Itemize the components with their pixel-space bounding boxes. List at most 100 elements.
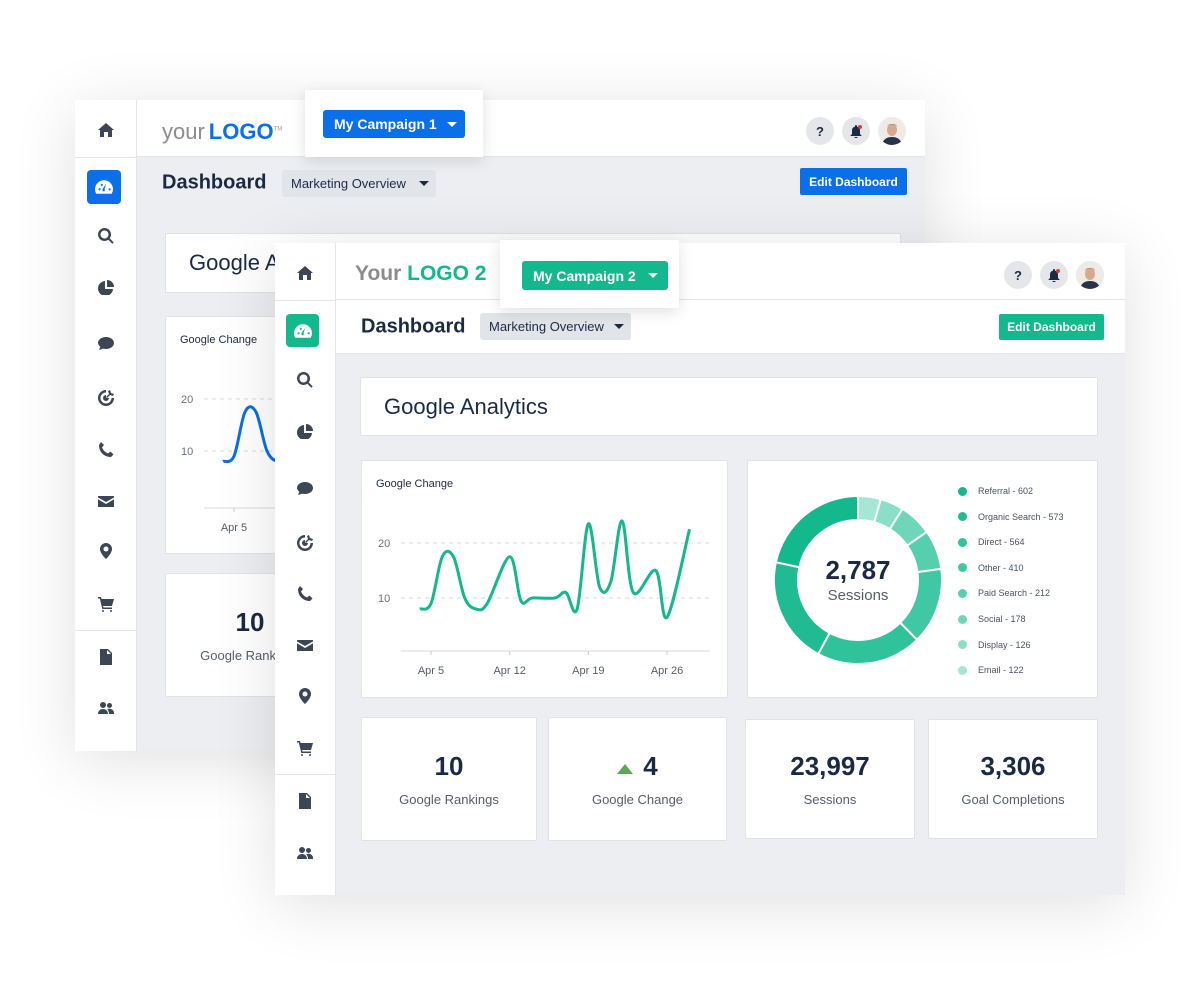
sidebar: [275, 243, 336, 895]
legend-dot: [958, 512, 967, 522]
sidebar-header-divider: [275, 300, 335, 301]
logo: Your LOGO 2: [355, 262, 487, 285]
caret-down-icon: [419, 181, 429, 186]
cart-icon: [97, 597, 114, 612]
kpi-card-google-change: 4 Google Change: [548, 717, 727, 841]
legend-label: Referral - 602: [978, 486, 1034, 496]
sidebar-item-mail[interactable]: [97, 492, 115, 510]
kpi-card-google-rankings: 10 Google Rankings: [361, 717, 537, 841]
caret-down-icon: [614, 324, 624, 329]
sidebar-item-pie-chart[interactable]: [296, 422, 314, 440]
pie-chart-icon: [97, 280, 114, 295]
bell-icon: [850, 124, 862, 138]
help-button[interactable]: ?: [1004, 261, 1032, 289]
user-photo-icon: [878, 117, 906, 145]
caret-down-icon: [648, 273, 658, 278]
campaign-selector-button[interactable]: My Campaign 1: [323, 110, 465, 138]
legend-label: Direct - 564: [978, 537, 1025, 548]
document-icon: [99, 649, 112, 665]
dashboard-select[interactable]: Marketing Overview: [480, 313, 631, 340]
sidebar-item-home[interactable]: [97, 121, 115, 139]
home-icon: [297, 266, 313, 280]
y-tick-label: 20: [378, 538, 390, 550]
sidebar-item-chat[interactable]: [97, 334, 115, 352]
x-tick-label: Apr 26: [651, 665, 683, 677]
legend-dot: [958, 588, 967, 598]
notifications-button[interactable]: [1040, 261, 1068, 289]
target-icon: [97, 390, 114, 406]
sidebar-item-document[interactable]: [97, 648, 115, 666]
donut-center-value: 2,787: [825, 555, 891, 585]
users-icon: [97, 702, 114, 714]
y-tick-label: 10: [378, 593, 390, 605]
chat-icon: [97, 337, 114, 350]
dashboard-select[interactable]: Marketing Overview: [282, 170, 436, 197]
x-tick-label: Apr 19: [572, 665, 604, 677]
google-change-chart: 10 20 Apr 5 Apr 12 Apr 19 Apr 26: [378, 519, 710, 677]
y-tick-label: 10: [181, 446, 193, 458]
sidebar-item-pie-chart[interactable]: [97, 278, 115, 296]
legend-item: Email - 122: [958, 665, 1024, 675]
donut-slice[interactable]: [816, 621, 919, 665]
help-button[interactable]: ?: [806, 117, 834, 145]
phone-icon: [98, 442, 113, 457]
x-tick-label: Apr 5: [221, 522, 247, 534]
notifications-button[interactable]: [842, 117, 870, 145]
donut-center-label: Sessions: [827, 587, 889, 604]
sidebar-item-phone[interactable]: [296, 585, 314, 603]
campaign-popup: My Campaign 2: [500, 240, 679, 308]
legend-dot: [958, 537, 967, 547]
sidebar-item-chat[interactable]: [296, 479, 314, 497]
sidebar-item-phone[interactable]: [97, 441, 115, 459]
sidebar-divider: [275, 774, 335, 775]
phone-icon: [298, 586, 313, 601]
sidebar-item-mail[interactable]: [296, 636, 314, 654]
sidebar-item-dashboard[interactable]: [286, 314, 319, 347]
legend-dot: [958, 640, 967, 650]
sidebar-item-users[interactable]: [296, 843, 314, 861]
legend-item: Other - 410: [958, 563, 1024, 573]
sidebar-item-document[interactable]: [296, 792, 314, 810]
edit-dashboard-button[interactable]: Edit Dashboard: [999, 314, 1104, 340]
sidebar-item-users[interactable]: [97, 698, 115, 716]
user-photo-icon: [1076, 261, 1104, 289]
sidebar-item-map-pin[interactable]: [296, 687, 314, 705]
trend-up-icon: [617, 763, 634, 774]
chat-icon: [297, 482, 313, 495]
sidebar-item-map-pin[interactable]: [97, 542, 115, 560]
legend-label: Other - 410: [978, 562, 1024, 573]
avatar[interactable]: [1076, 261, 1104, 289]
dashboard-icon: [293, 323, 312, 338]
sidebar-item-target[interactable]: [97, 389, 115, 407]
y-tick-label: 20: [181, 394, 193, 406]
document-icon: [299, 793, 311, 809]
legend-label: Display - 126: [978, 639, 1031, 650]
legend-label: Organic Search - 573: [978, 511, 1064, 522]
mail-icon: [97, 496, 114, 507]
campaign-popup: My Campaign 1: [305, 90, 483, 157]
sidebar-item-cart[interactable]: [97, 595, 115, 613]
sidebar-item-cart[interactable]: [296, 739, 314, 757]
campaign-selector-button[interactable]: My Campaign 2: [522, 261, 668, 290]
logo: your LOGOTM: [162, 119, 283, 144]
kpi-card-goal-completions: 3,306 Goal Completions: [928, 719, 1098, 839]
sidebar-item-target[interactable]: [296, 534, 314, 552]
legend-dot: [958, 486, 967, 496]
target-icon: [297, 535, 313, 551]
sidebar-item-home[interactable]: [296, 264, 314, 282]
kpi-card-sessions: 23,997 Sessions: [745, 719, 915, 839]
sidebar-item-dashboard[interactable]: [87, 170, 121, 204]
legend-label: Social - 178: [978, 614, 1026, 624]
pie-chart-icon: [297, 424, 313, 439]
page-title: Dashboard: [361, 315, 466, 338]
sidebar-item-search[interactable]: [97, 227, 115, 245]
legend-item: Referral - 602: [958, 486, 1033, 496]
avatar[interactable]: [878, 117, 906, 145]
legend-dot: [958, 563, 967, 573]
legend-dot: [958, 614, 967, 624]
sidebar-item-search[interactable]: [296, 371, 314, 389]
edit-dashboard-button[interactable]: Edit Dashboard: [800, 168, 907, 195]
cart-icon: [297, 741, 313, 756]
series-line: [419, 519, 691, 620]
bell-icon: [1048, 268, 1060, 282]
